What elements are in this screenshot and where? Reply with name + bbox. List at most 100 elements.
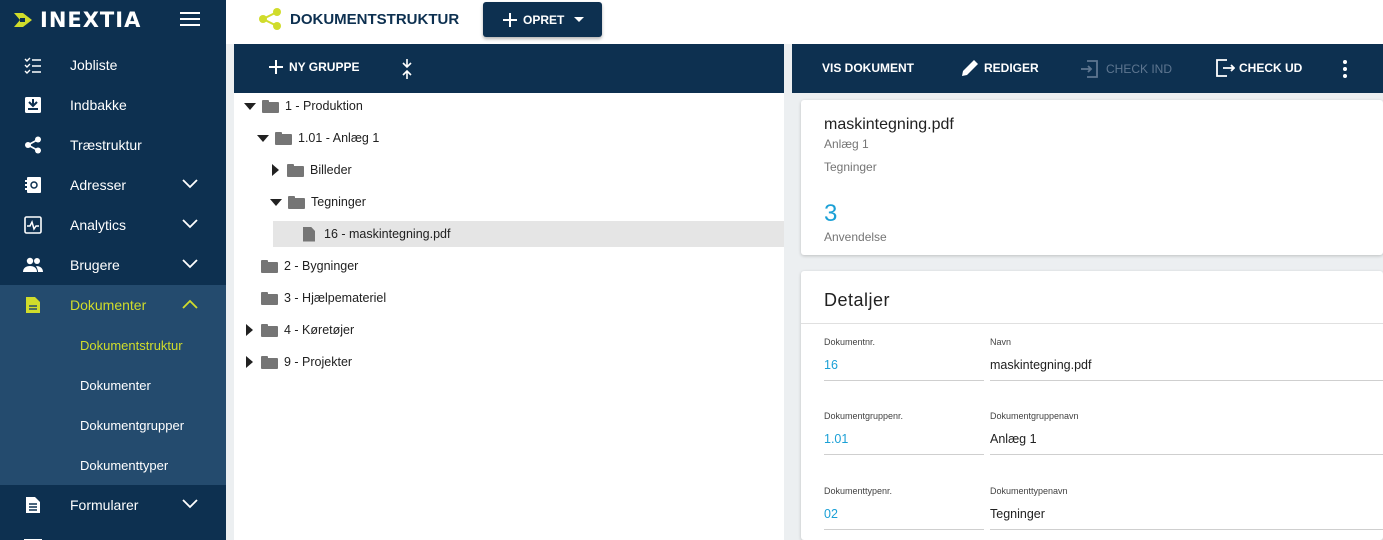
folder-icon <box>261 323 278 337</box>
chevron-up-icon[interactable] <box>181 297 199 311</box>
document-name-field[interactable]: maskintegning.pdf <box>990 358 1091 372</box>
sidebar-item-label: Formularer <box>70 497 139 513</box>
document-group-name-field[interactable]: Anlæg 1 <box>990 432 1037 446</box>
field-label: Dokumenttypenr. <box>824 486 893 496</box>
document-filename: maskintegning.pdf <box>824 116 954 133</box>
sidebar-subitem-dokumentgrupper[interactable]: Dokumentgrupper <box>0 405 226 445</box>
sidebar-subitem-dokumenttyper[interactable]: Dokumenttyper <box>0 445 226 485</box>
sidebar-item-indbakke[interactable]: Indbakke <box>0 85 226 125</box>
sidebar-item-label: Dokumenter <box>70 297 147 313</box>
expand-caret-icon[interactable] <box>257 134 269 142</box>
tree-node[interactable]: 1.01 - Anlæg 1 <box>257 125 757 151</box>
usage-count[interactable]: 3 <box>824 200 837 228</box>
document-number-value[interactable]: 16 <box>824 358 838 372</box>
sidebar-item-jobliste[interactable]: Jobliste <box>0 45 226 85</box>
inbox-icon <box>23 95 43 115</box>
menu-icon[interactable] <box>180 12 200 26</box>
address-book-icon <box>23 175 43 195</box>
chevron-down-icon[interactable] <box>181 177 199 191</box>
field-underline <box>990 529 1383 530</box>
sidebar-item-label: Adresser <box>70 177 127 193</box>
check-in-label: CHECK IND <box>1106 62 1173 76</box>
folder-icon <box>275 131 292 145</box>
document-group: Anlæg 1 <box>824 137 869 151</box>
tree-node[interactable]: 9 - Projekter <box>246 349 746 375</box>
new-group-label: NY GRUPPE <box>289 60 360 74</box>
tree-node-selected[interactable]: 16 - maskintegning.pdf <box>273 221 784 247</box>
tree-node-label: 4 - Køretøjer <box>284 323 355 337</box>
sidebar-item-adresser[interactable]: Adresser <box>0 165 226 205</box>
chevron-down-icon[interactable] <box>181 497 199 511</box>
tree-node[interactable]: 1 - Produktion <box>244 93 764 119</box>
expand-caret-icon[interactable] <box>270 198 282 206</box>
collapsed-caret-icon[interactable] <box>246 356 253 368</box>
document-panel: VIS DOKUMENT REDIGER CHECK IND CHECK UD … <box>792 44 1383 540</box>
sidebar: INEXTIA Jobliste Indbakke Træstruktur Ad… <box>0 0 226 540</box>
expand-caret-icon[interactable] <box>244 102 256 110</box>
pencil-icon <box>962 60 978 76</box>
divider <box>801 323 1383 324</box>
opret-button[interactable]: OPRET <box>483 2 602 37</box>
tree-node-label: 9 - Projekter <box>284 355 353 369</box>
field-underline <box>824 380 984 381</box>
truncated-nav-icon <box>24 530 42 540</box>
opret-label: OPRET <box>523 12 565 27</box>
brand-name: INEXTIA <box>40 8 142 32</box>
document-group-number-value[interactable]: 1.01 <box>824 432 848 446</box>
field-label: Dokumentgruppenr. <box>824 411 904 421</box>
chevron-down-icon[interactable] <box>181 217 199 231</box>
usage-label: Anvendelse <box>824 230 887 244</box>
tree-node-label: 16 - maskintegning.pdf <box>324 227 451 241</box>
collapsed-caret-icon[interactable] <box>246 324 253 336</box>
tree-toolbar: NY GRUPPE <box>234 44 784 93</box>
share-tree-icon <box>259 8 281 30</box>
document-summary-card: maskintegning.pdf Anlæg 1 Tegninger 3 An… <box>801 100 1383 255</box>
details-card: Detaljer Dokumentnr. 16 Navn maskintegni… <box>801 271 1383 540</box>
sidebar-item-brugere[interactable]: Brugere <box>0 245 226 285</box>
field-underline <box>990 454 1383 455</box>
caret-down-icon <box>574 17 585 22</box>
form-icon <box>23 495 43 515</box>
check-in-button[interactable]: CHECK IND <box>1080 59 1172 79</box>
plus-icon <box>503 12 517 27</box>
document-type: Tegninger <box>824 160 877 174</box>
view-document-button[interactable]: VIS DOKUMENT <box>822 61 914 75</box>
sidebar-item-traestruktur[interactable]: Træstruktur <box>0 125 226 165</box>
sidebar-item-label: Indbakke <box>70 97 127 113</box>
check-out-label: CHECK UD <box>1239 61 1303 75</box>
sidebar-item-dokumenter[interactable]: Dokumenter <box>0 285 226 325</box>
share-tree-icon <box>23 135 43 155</box>
check-out-button[interactable]: CHECK UD <box>1215 58 1302 78</box>
folder-icon <box>287 163 304 177</box>
tree-node[interactable]: Billeder <box>272 157 752 183</box>
sidebar-item-label: Jobliste <box>70 57 118 73</box>
users-icon <box>23 255 43 275</box>
analytics-icon <box>23 215 43 235</box>
sidebar-item-formularer[interactable]: Formularer <box>0 485 226 525</box>
tree-node[interactable]: 3 - Hjælpemateriel <box>261 285 761 311</box>
document-type-name-field[interactable]: Tegninger <box>990 507 1045 521</box>
tree-node[interactable]: 4 - Køretøjer <box>246 317 746 343</box>
new-group-button[interactable]: NY GRUPPE <box>269 60 359 74</box>
logout-icon <box>1216 59 1235 77</box>
field-label: Navn <box>990 337 1012 347</box>
field-label: Dokumentnr. <box>824 337 876 347</box>
collapse-all-button[interactable] <box>401 58 413 85</box>
folder-icon <box>261 355 278 369</box>
folder-icon <box>288 195 305 209</box>
tree-node[interactable]: 2 - Bygninger <box>261 253 761 279</box>
tree-node[interactable]: Tegninger <box>270 189 750 215</box>
sidebar-subitem-dokumenter[interactable]: Dokumenter <box>0 365 226 405</box>
field-label: Dokumenttypenavn <box>990 486 1068 496</box>
sidebar-item-label: Analytics <box>70 217 127 233</box>
tree-node-label: Tegninger <box>311 195 366 209</box>
sidebar-subitem-dokumentstruktur[interactable]: Dokumentstruktur <box>0 325 226 365</box>
sidebar-item-analytics[interactable]: Analytics <box>0 205 226 245</box>
tree-node-label: 1 - Produktion <box>285 99 363 113</box>
chevron-down-icon[interactable] <box>181 257 199 271</box>
collapsed-caret-icon[interactable] <box>272 164 279 176</box>
document-type-number-value[interactable]: 02 <box>824 507 838 521</box>
edit-button[interactable]: REDIGER <box>960 58 1039 78</box>
more-options-button[interactable] <box>1342 59 1348 79</box>
folder-icon <box>261 291 278 305</box>
